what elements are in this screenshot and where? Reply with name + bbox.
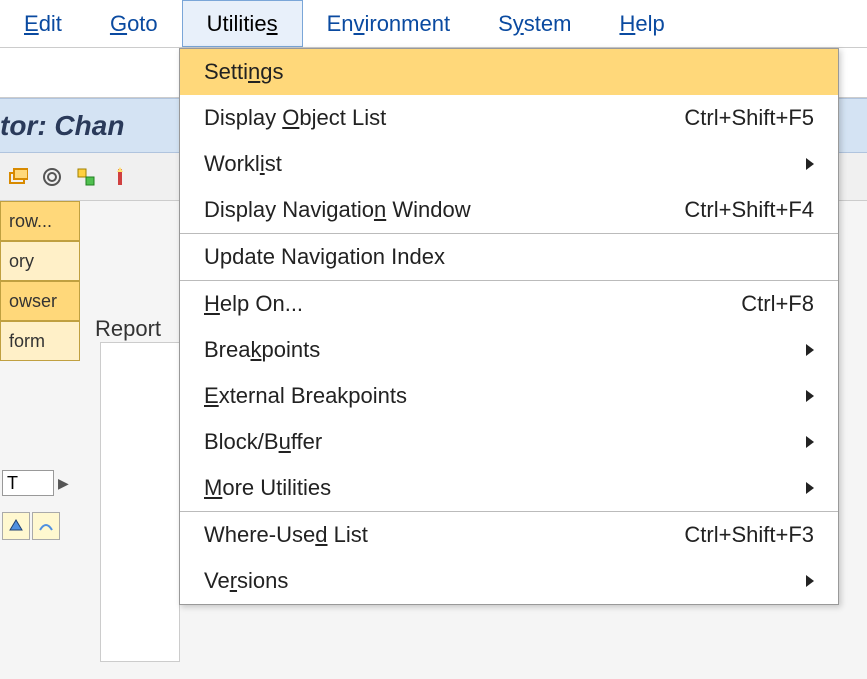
chevron-right-icon: [806, 436, 814, 448]
box-icon[interactable]: [4, 163, 32, 191]
menu-item-label: Update Navigation Index: [204, 244, 814, 270]
menu-item-label: Display Navigation Window: [204, 197, 664, 223]
title-text: tor: Chan: [0, 110, 124, 142]
menu-item-worklist[interactable]: Worklist: [180, 141, 838, 187]
menu-item-external-breakpoints[interactable]: External Breakpoints: [180, 373, 838, 419]
left-tab-1[interactable]: ory: [0, 241, 80, 281]
menu-item-shortcut: Ctrl+Shift+F5: [684, 105, 814, 131]
menu-item-update-navigation-index[interactable]: Update Navigation Index: [180, 234, 838, 280]
menubar: EditGotoUtilitiesEnvironmentSystemHelp: [0, 0, 867, 48]
menu-item-settings[interactable]: Settings: [180, 49, 838, 95]
spiral-icon[interactable]: [38, 163, 66, 191]
chevron-right-icon: [806, 390, 814, 402]
mini-icon-1[interactable]: [2, 512, 30, 540]
menu-item-label: Block/Buffer: [204, 429, 786, 455]
field-input[interactable]: [2, 470, 54, 496]
menu-item-label: Worklist: [204, 151, 786, 177]
menubar-item-help[interactable]: Help: [595, 0, 688, 47]
utilities-dropdown: Settings Display Object List Ctrl+Shift+F5…: [179, 48, 839, 605]
menu-item-breakpoints[interactable]: Breakpoints: [180, 327, 838, 373]
menu-item-label: Where-Used List: [204, 522, 664, 548]
field-row: ▶: [2, 470, 69, 496]
menubar-item-utilities[interactable]: Utilities: [182, 0, 303, 47]
menu-item-where-used-list[interactable]: Where-Used List Ctrl+Shift+F3: [180, 512, 838, 558]
menu-item-help-on-[interactable]: Help On... Ctrl+F8: [180, 281, 838, 327]
left-tabs: row...oryowserform: [0, 201, 80, 361]
menu-item-display-navigation-window[interactable]: Display Navigation Window Ctrl+Shift+F4: [180, 187, 838, 233]
chevron-right-icon[interactable]: ▶: [58, 475, 69, 492]
editor-gutter: [100, 342, 180, 662]
menubar-item-environment[interactable]: Environment: [303, 0, 475, 47]
chevron-right-icon: [806, 344, 814, 356]
menu-item-label: Versions: [204, 568, 786, 594]
menu-item-label: External Breakpoints: [204, 383, 786, 409]
left-tab-3[interactable]: form: [0, 321, 80, 361]
menu-item-label: Breakpoints: [204, 337, 786, 363]
menu-item-label: Help On...: [204, 291, 721, 317]
menu-item-shortcut: Ctrl+F8: [741, 291, 814, 317]
menubar-item-edit[interactable]: Edit: [0, 0, 86, 47]
menu-item-label: More Utilities: [204, 475, 786, 501]
menu-item-more-utilities[interactable]: More Utilities: [180, 465, 838, 511]
report-label: Report: [95, 316, 161, 342]
menu-item-display-object-list[interactable]: Display Object List Ctrl+Shift+F5: [180, 95, 838, 141]
box2-icon[interactable]: [72, 163, 100, 191]
chevron-right-icon: [806, 158, 814, 170]
menu-item-block-buffer[interactable]: Block/Buffer: [180, 419, 838, 465]
left-tab-0[interactable]: row...: [0, 201, 80, 241]
menu-item-shortcut: Ctrl+Shift+F4: [684, 197, 814, 223]
menu-item-shortcut: Ctrl+Shift+F3: [684, 522, 814, 548]
wand-icon[interactable]: [106, 163, 134, 191]
menu-item-versions[interactable]: Versions: [180, 558, 838, 604]
mini-icon-2[interactable]: [32, 512, 60, 540]
chevron-right-icon: [806, 482, 814, 494]
chevron-right-icon: [806, 575, 814, 587]
menu-item-label: Display Object List: [204, 105, 664, 131]
mini-icons: [2, 512, 60, 540]
menubar-item-system[interactable]: System: [474, 0, 595, 47]
left-tab-2[interactable]: owser: [0, 281, 80, 321]
menu-item-label: Settings: [204, 59, 814, 85]
menubar-item-goto[interactable]: Goto: [86, 0, 182, 47]
